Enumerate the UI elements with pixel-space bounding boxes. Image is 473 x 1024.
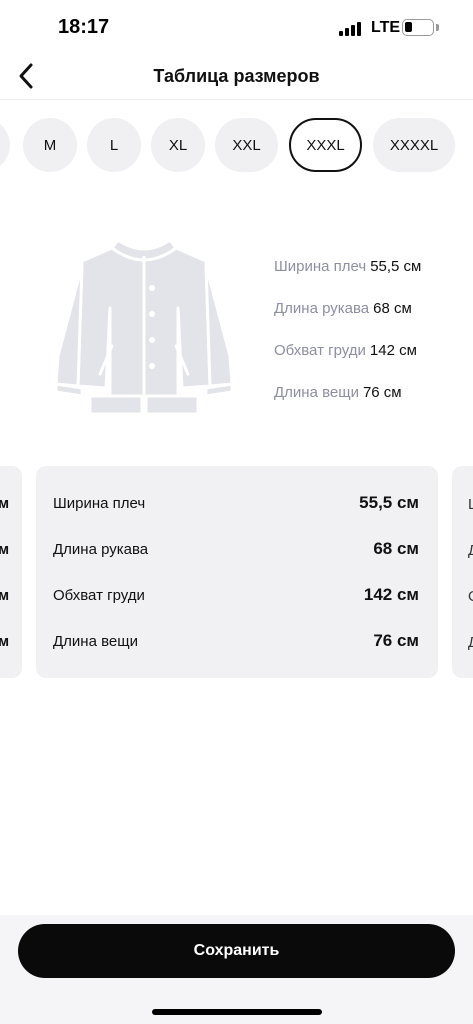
card-value: 68 см	[373, 539, 419, 558]
card-value: 76 см	[373, 631, 419, 650]
card-value-fragment: м	[0, 587, 10, 604]
cellular-signal-icon	[339, 22, 363, 36]
inline-label: Ширина плеч	[274, 258, 367, 275]
inline-row-shoulder-width: Ширина плеч 55,5 см	[274, 258, 421, 275]
inline-value: 55,5 см	[370, 258, 422, 275]
card-label-fragment: Ш	[468, 496, 473, 513]
nav-bar: Таблица размеров	[0, 56, 473, 100]
size-chip-xl[interactable]: XL	[151, 118, 205, 172]
card-value-fragment: м	[0, 541, 10, 558]
save-button[interactable]: Сохранить	[18, 924, 455, 978]
inline-value: 142 см	[369, 342, 417, 359]
inline-row-chest-girth: Обхват груди 142 см	[274, 342, 417, 359]
size-chip-xxxl-selected[interactable]: XXXL	[289, 118, 362, 172]
card-label: Ширина плеч	[53, 495, 146, 512]
card-label: Обхват груди	[53, 587, 145, 604]
previous-size-card[interactable]: м м м м	[0, 466, 22, 678]
card-label-fragment: Д	[468, 634, 473, 651]
size-chip-xxxxl[interactable]: XXXXL	[373, 118, 455, 172]
battery-level	[405, 22, 412, 32]
size-selector: M L XL XXL XXXL XXXXL	[0, 118, 473, 172]
card-row-shoulder-width: Ширина плеч 55,5 см	[53, 493, 419, 517]
size-chip-l[interactable]: L	[87, 118, 141, 172]
card-label: Длина вещи	[53, 633, 138, 650]
card-row-item-length: Длина вещи 76 см	[53, 631, 419, 655]
card-row-chest-girth: Обхват груди 142 см	[53, 585, 419, 609]
page-title: Таблица размеров	[153, 66, 320, 86]
card-label-fragment: Д	[468, 542, 473, 559]
inline-value: 76 см	[362, 384, 402, 401]
battery-tip	[436, 24, 439, 31]
network-type: LTE	[371, 19, 401, 36]
status-bar: 18:17 LTE	[0, 0, 473, 56]
inline-label: Длина вещи	[274, 384, 359, 401]
inline-value: 68 см	[373, 300, 412, 317]
size-chip-previous[interactable]	[0, 118, 10, 172]
next-size-card[interactable]: Ш Д О Д	[452, 466, 473, 678]
size-chip-m[interactable]: M	[23, 118, 77, 172]
jacket-icon	[54, 238, 234, 416]
inline-label: Длина рукава	[274, 300, 370, 317]
card-value-fragment: м	[0, 633, 10, 650]
card-label: Длина рукава	[53, 541, 149, 558]
selected-size-card: Ширина плеч 55,5 см Длина рукава 68 см О…	[36, 466, 438, 678]
size-chip-xxl[interactable]: XXL	[215, 118, 278, 172]
home-indicator	[152, 1009, 322, 1015]
measurement-cards-carousel[interactable]: м м м м Ширина плеч 55,5 см Длина рукава…	[0, 466, 473, 678]
card-value: 142 см	[363, 585, 419, 604]
card-label-fragment: О	[468, 588, 473, 605]
status-time: 18:17	[58, 16, 110, 38]
card-value-fragment: м	[0, 495, 10, 512]
battery-icon	[402, 19, 434, 36]
inline-row-item-length: Длина вещи 76 см	[274, 384, 402, 401]
inline-label: Обхват груди	[274, 342, 366, 359]
inline-row-sleeve-length: Длина рукава 68 см	[274, 300, 412, 317]
card-value: 55,5 см	[359, 493, 419, 512]
card-row-sleeve-length: Длина рукава 68 см	[53, 539, 419, 563]
